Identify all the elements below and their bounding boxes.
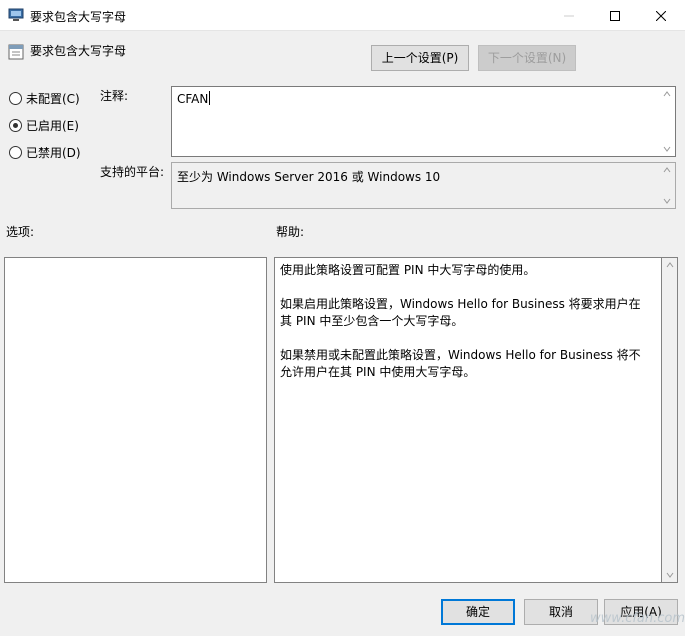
- close-button[interactable]: [638, 0, 684, 31]
- comment-label: 注释:: [100, 89, 129, 103]
- minimize-icon: [564, 15, 574, 16]
- policy-setting-icon: [8, 44, 24, 60]
- title-bar: 要求包含大写字母: [0, 0, 685, 31]
- platform-label: 支持的平台:: [100, 165, 165, 179]
- platform-scrollbar[interactable]: [659, 163, 675, 208]
- comment-textarea[interactable]: CFAN: [171, 86, 676, 157]
- radio-not-configured[interactable]: 未配置(C): [9, 89, 80, 107]
- comment-value: CFAN: [177, 91, 211, 106]
- comment-text: CFAN: [177, 92, 209, 106]
- maximize-button[interactable]: [592, 0, 638, 31]
- radio-label: 已启用(E): [26, 118, 79, 133]
- options-section-label: 选项:: [6, 225, 35, 239]
- maximize-icon: [610, 10, 620, 21]
- scroll-down-icon: [663, 146, 671, 152]
- radio-indicator: [9, 91, 22, 105]
- minimize-button[interactable]: [546, 0, 592, 31]
- help-section-label: 帮助:: [276, 225, 305, 239]
- policy-window-icon: [8, 8, 24, 21]
- help-scrollbar[interactable]: [662, 257, 678, 583]
- radio-label: 未配置(C): [26, 91, 80, 106]
- scroll-up-icon: [666, 262, 674, 268]
- text-caret: [209, 91, 211, 105]
- scroll-up-icon: [663, 167, 671, 173]
- radio-indicator: [9, 145, 22, 159]
- radio-label: 已禁用(D): [26, 145, 81, 160]
- previous-setting-button[interactable]: 上一个设置(P): [371, 45, 469, 71]
- window-title: 要求包含大写字母: [30, 10, 127, 24]
- next-setting-button[interactable]: 下一个设置(N): [478, 45, 576, 71]
- radio-enabled[interactable]: 已启用(E): [9, 116, 79, 134]
- policy-title: 要求包含大写字母: [30, 44, 127, 58]
- scroll-down-icon: [663, 198, 671, 204]
- platform-field: 至少为 Windows Server 2016 或 Windows 10: [171, 162, 676, 209]
- watermark: www.cfan.com.cn: [590, 611, 685, 626]
- scroll-down-icon: [666, 572, 674, 578]
- scroll-up-icon: [663, 91, 671, 97]
- comment-scrollbar[interactable]: [659, 87, 675, 156]
- help-text: 使用此策略设置可配置 PIN 中大写字母的使用。 如果启用此策略设置，Windo…: [280, 262, 652, 398]
- help-paragraph: 如果启用此策略设置，Windows Hello for Business 将要求…: [280, 297, 641, 328]
- options-panel: [4, 257, 267, 583]
- close-icon: [656, 10, 666, 21]
- help-paragraph: 如果禁用或未配置此策略设置，Windows Hello for Business…: [280, 348, 641, 379]
- ok-button[interactable]: 确定: [441, 599, 515, 625]
- cancel-button[interactable]: 取消: [524, 599, 598, 625]
- radio-indicator: [9, 118, 22, 132]
- radio-disabled[interactable]: 已禁用(D): [9, 143, 81, 161]
- help-paragraph: 使用此策略设置可配置 PIN 中大写字母的使用。: [280, 263, 536, 277]
- help-panel: 使用此策略设置可配置 PIN 中大写字母的使用。 如果启用此策略设置，Windo…: [274, 257, 662, 583]
- platform-value: 至少为 Windows Server 2016 或 Windows 10: [177, 170, 441, 184]
